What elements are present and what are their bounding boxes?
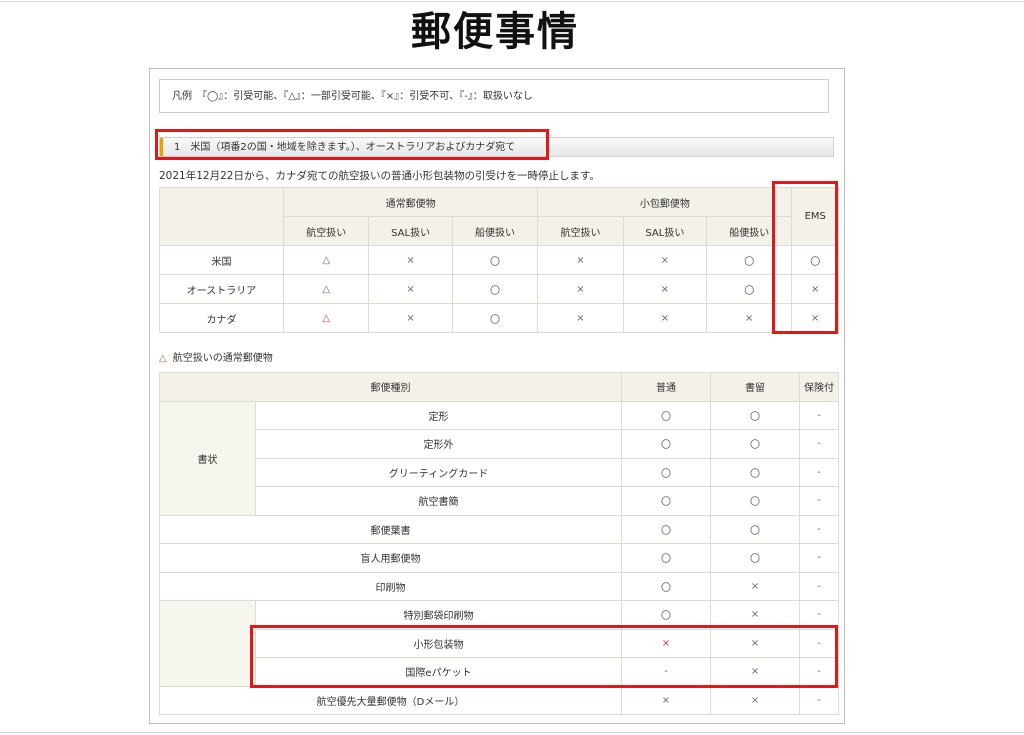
header-insured: 保険付 — [799, 372, 839, 402]
status-cell: × — [537, 303, 624, 333]
status-cell: 〇 — [710, 429, 800, 459]
mail-type-name: 盲人用郵便物 — [159, 543, 622, 573]
group-regular-mail: 通常郵便物 — [282, 187, 539, 217]
status-cell: 〇 — [451, 303, 539, 333]
suspension-notice: 2021年12月22日から、カナダ宛ての航空扱いの普通小形包装物の引受けを一時停… — [159, 170, 600, 182]
status-cell: △ — [282, 303, 370, 333]
status-cell: 〇 — [710, 514, 800, 544]
status-cell: 〇 — [710, 400, 800, 430]
status-cell: - — [799, 400, 839, 430]
table-row: 郵便葉書 〇 〇 - — [159, 514, 839, 544]
status-cell: × — [710, 685, 800, 715]
status-cell: △ — [282, 245, 370, 275]
highlight-box-ems-column — [772, 181, 838, 334]
mail-type-name: グリーティングカード — [255, 457, 622, 487]
table-row: 書状 定形 〇 〇 - — [159, 400, 839, 516]
status-cell: 〇 — [621, 514, 711, 544]
table-row: カナダ △ × 〇 × × × × — [159, 303, 839, 333]
status-cell: - — [799, 514, 839, 544]
status-cell: × — [710, 571, 800, 601]
status-cell: × — [537, 274, 624, 304]
table-row: 盲人用郵便物 〇 〇 - — [159, 543, 839, 573]
status-cell: × — [622, 274, 708, 304]
highlight-box-small-packets — [250, 625, 838, 688]
status-cell: 〇 — [621, 429, 711, 459]
status-cell: 〇 — [621, 543, 711, 573]
country-name: 米国 — [159, 245, 284, 275]
status-cell: 〇 — [451, 274, 539, 304]
status-cell: - — [799, 429, 839, 459]
header-ordinary: 普通 — [621, 372, 711, 402]
top-divider — [0, 1, 1024, 2]
status-cell: × — [368, 245, 453, 275]
table-row: 米国 △ × 〇 × × 〇 〇 — [159, 245, 839, 275]
status-cell: 〇 — [621, 571, 711, 601]
sub-air: 航空扱い — [537, 216, 624, 246]
sub-sea: 船便扱い — [451, 216, 539, 246]
mail-type-name: 航空書簡 — [255, 486, 622, 516]
status-cell: 〇 — [451, 245, 539, 275]
status-cell: 〇 — [710, 457, 800, 487]
status-cell: - — [799, 685, 839, 715]
group-blank-label — [159, 600, 256, 687]
status-cell: × — [537, 245, 624, 275]
country-name: カナダ — [159, 303, 284, 333]
table-row: 航空優先大量郵便物（Dメール） × × - — [159, 685, 839, 715]
mail-type-name: 航空優先大量郵便物（Dメール） — [159, 685, 622, 715]
sub-air: 航空扱い — [282, 216, 370, 246]
status-cell: - — [799, 457, 839, 487]
header-mail-type: 郵便種別 — [159, 372, 622, 402]
status-cell: 〇 — [710, 543, 800, 573]
status-cell: △ — [282, 274, 370, 304]
legend-box: 凡例 『◯』：引受可能、『△』：一部引受可能、『×』：引受不可、『-』：取扱いな… — [159, 79, 829, 113]
subheading-text: 航空扱いの通常郵便物 — [172, 353, 273, 364]
letters-label: 書状 — [159, 400, 256, 516]
header-registered: 書留 — [710, 372, 800, 402]
mail-type-name: 定形外 — [255, 429, 622, 459]
status-cell: 〇 — [621, 400, 711, 430]
table-row: 航空書簡 〇 〇 - — [160, 486, 839, 516]
mail-type-name: 定形 — [255, 400, 622, 430]
mail-type-name: 印刷物 — [159, 571, 622, 601]
page-title: 郵便事情 — [411, 9, 579, 55]
country-name: オーストラリア — [159, 274, 284, 304]
air-mail-subheading: △ 航空扱いの通常郵便物 — [159, 349, 273, 364]
status-cell: × — [622, 303, 708, 333]
status-cell: × — [368, 274, 453, 304]
table-row: グリーティングカード 〇 〇 - — [160, 457, 839, 487]
table-row: オーストラリア △ × 〇 × × 〇 × — [159, 274, 839, 304]
status-cell: 〇 — [710, 486, 800, 516]
sub-sal: SAL扱い — [622, 216, 708, 246]
table-row: 定形外 〇 〇 - — [160, 429, 839, 459]
status-cell: × — [622, 245, 708, 275]
status-cell: × — [621, 685, 711, 715]
mail-type-name: 郵便葉書 — [159, 514, 622, 544]
status-cell: - — [799, 486, 839, 516]
bottom-divider — [0, 732, 1024, 733]
status-cell: 〇 — [621, 457, 711, 487]
status-cell: - — [799, 543, 839, 573]
table1-corner — [159, 187, 284, 246]
status-cell: × — [368, 303, 453, 333]
service-availability-table: 通常郵便物 小包郵便物 EMS 航空扱い SAL扱い 船便扱い 航空扱い SAL… — [159, 187, 839, 333]
sub-sal: SAL扱い — [368, 216, 453, 246]
triangle-icon: △ — [159, 353, 167, 364]
status-cell: - — [799, 571, 839, 601]
table-row: 印刷物 〇 × - — [159, 571, 839, 601]
highlight-box-section-header — [155, 129, 549, 160]
status-cell: 〇 — [621, 486, 711, 516]
group-parcel-mail: 小包郵便物 — [537, 187, 793, 217]
